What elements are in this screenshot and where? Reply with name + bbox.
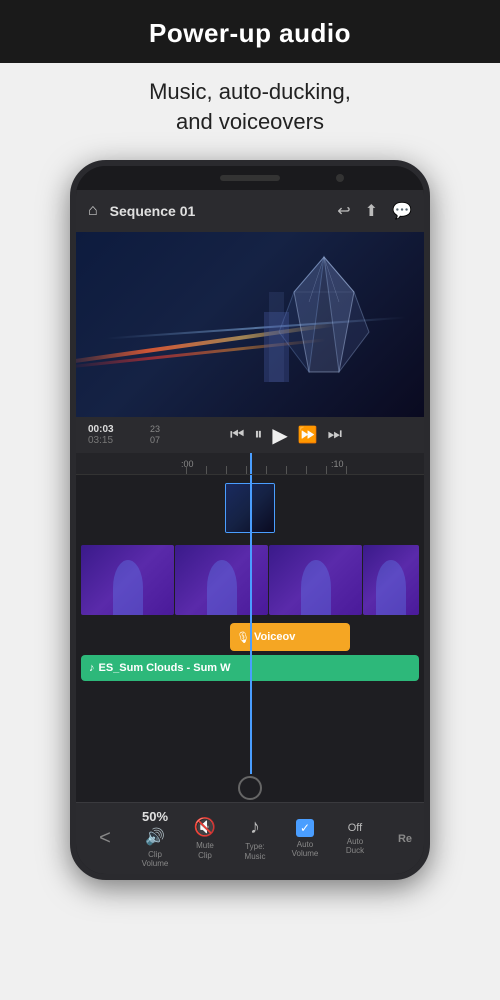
toolbar-auto-duck[interactable]: Off AutoDuck <box>330 822 380 856</box>
share-icon[interactable]: ⬆ <box>365 201 378 221</box>
timecode-bar: 00:03 23 03:15 07 ⏮ ⏸ ▶ ⏩ ⏭ <box>76 417 424 453</box>
toolbar-clip-volume[interactable]: 50% 🔊 ClipVolume <box>130 809 180 869</box>
music-type-icon: ♪ <box>250 816 260 839</box>
scroll-handle-area <box>76 774 424 802</box>
skip-back-button[interactable]: ⏮ <box>230 426 244 444</box>
skip-forward-button[interactable]: ⏭ <box>328 426 342 444</box>
toolbar-mute-clip[interactable]: 🔇 MuteClip <box>180 817 230 860</box>
auto-volume-label: AutoVolume <box>292 840 319 859</box>
re-icon: Re <box>398 833 412 845</box>
play-button[interactable]: ▶ <box>272 423 287 448</box>
timeline-area[interactable]: 🎙 Voiceov ♪ ES_Sum Clouds - Sum W <box>76 475 424 774</box>
phone: ⌂ Sequence 01 ↩ ⬆ 💬 <box>70 160 430 880</box>
ruler-label-start: :00 <box>181 459 194 469</box>
timeline-playhead <box>250 475 252 774</box>
comment-icon[interactable]: 💬 <box>392 201 412 221</box>
video-segment-3 <box>269 545 362 615</box>
toolbar-re[interactable]: Re <box>380 833 430 845</box>
toolbar-back[interactable]: < <box>80 827 130 850</box>
timeline-ruler: :00 :10 <box>76 453 424 475</box>
ruler-label-end: :10 <box>331 459 344 469</box>
video-preview <box>76 232 424 417</box>
voiceover-label: Voiceov <box>254 631 295 643</box>
sequence-title: Sequence 01 <box>110 203 330 219</box>
app-bar: ⌂ Sequence 01 ↩ ⬆ 💬 <box>76 190 424 232</box>
video-segment-1 <box>81 545 174 615</box>
timecode-frame-total: 07 <box>150 435 160 445</box>
subtitle-text: Music, auto-ducking,and voiceovers <box>149 79 351 134</box>
header-title: Power-up audio <box>149 18 351 48</box>
volume-icon: 🔊 <box>145 827 165 847</box>
app-bar-icons: ↩ ⬆ 💬 <box>337 201 412 221</box>
subtitle: Music, auto-ducking,and voiceovers <box>0 63 500 152</box>
phone-wrapper: ⌂ Sequence 01 ↩ ⬆ 💬 <box>0 152 500 880</box>
phone-speaker <box>220 175 280 181</box>
scroll-handle[interactable] <box>238 776 262 800</box>
phone-camera <box>336 174 344 182</box>
mute-icon: 🔇 <box>194 817 216 838</box>
home-icon[interactable]: ⌂ <box>88 202 98 220</box>
timecode-frame: 23 <box>150 424 160 434</box>
music-icon: ♪ <box>89 662 95 674</box>
music-label: ES_Sum Clouds - Sum W <box>99 662 231 674</box>
mute-label: MuteClip <box>196 841 214 860</box>
bottom-toolbar: < 50% 🔊 ClipVolume 🔇 MuteClip ♪ Type:Mus… <box>76 802 424 874</box>
header-section: Power-up audio <box>0 0 500 63</box>
volume-label: ClipVolume <box>142 850 169 869</box>
timecode-current: 00:03 <box>88 424 148 435</box>
playback-controls: ⏮ ⏸ ▶ ⏩ ⏭ <box>160 423 412 448</box>
auto-duck-label: AutoDuck <box>346 837 364 856</box>
video-segment-4 <box>363 545 419 615</box>
video-segment-2 <box>175 545 268 615</box>
step-back-button[interactable]: ⏸ <box>254 426 262 444</box>
phone-top-bar <box>76 166 424 190</box>
timecode-display: 00:03 23 03:15 07 <box>88 424 160 446</box>
voiceover-clip[interactable]: 🎙 Voiceov <box>230 623 350 651</box>
timecode-total: 03:15 <box>88 435 148 446</box>
toolbar-type-music[interactable]: ♪ Type:Music <box>230 816 280 861</box>
volume-value: 50% <box>142 809 168 824</box>
music-type-label: Type:Music <box>245 842 266 861</box>
step-forward-button[interactable]: ⏩ <box>298 425 318 445</box>
back-icon[interactable]: < <box>99 827 111 850</box>
voiceover-icon: 🎙 <box>236 631 250 644</box>
toolbar-auto-volume[interactable]: ✓ AutoVolume <box>280 819 330 859</box>
undo-icon[interactable]: ↩ <box>337 201 350 221</box>
ruler-playhead-line <box>250 453 252 474</box>
auto-duck-value: Off <box>348 822 362 834</box>
auto-volume-checkbox[interactable]: ✓ <box>296 819 314 837</box>
